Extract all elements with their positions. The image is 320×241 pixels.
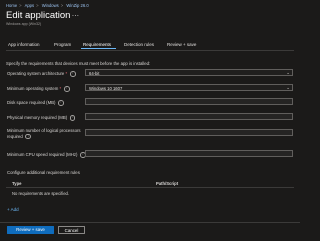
disk-space-input[interactable]	[85, 98, 293, 105]
required-marker: *	[65, 71, 68, 76]
os-architecture-label: Operating system architecture * i	[7, 71, 76, 77]
rules-table-header: Type Path/Script	[6, 180, 294, 188]
tab-review-save[interactable]: Review + save	[167, 42, 196, 47]
cpu-speed-input[interactable]	[85, 150, 293, 157]
os-architecture-select[interactable]: 64-bit ⌄	[85, 69, 293, 76]
logical-processors-input[interactable]	[85, 129, 293, 136]
rules-empty-message: No requirements are specified.	[12, 191, 70, 196]
physical-memory-input[interactable]	[85, 113, 293, 120]
column-type: Type	[12, 181, 22, 186]
disk-space-label-text: Disk space required (MB)	[7, 100, 56, 105]
chevron-down-icon: ⌄	[286, 85, 290, 90]
logical-processors-label: Minimum number of logical processors req…	[7, 128, 81, 140]
info-icon[interactable]: i	[69, 71, 76, 77]
physical-memory-label-text: Physical memory required (MB)	[7, 115, 68, 120]
info-icon[interactable]: i	[63, 86, 70, 92]
tab-requirements[interactable]: Requirements	[83, 42, 111, 47]
tab-bar: App information Program Requirements Det…	[6, 41, 294, 51]
min-os-label: Minimum operating system * i	[7, 86, 70, 92]
logical-processors-label-text: Minimum number of logical processors req…	[7, 128, 81, 139]
page-subtitle: Windows app (Win32)	[6, 22, 42, 26]
page-title: Edit application	[6, 10, 71, 21]
column-path-script: Path/Script	[156, 181, 179, 186]
add-rule-button[interactable]: + Add	[7, 207, 19, 212]
os-architecture-label-text: Operating system architecture	[7, 71, 65, 76]
breadcrumb-app[interactable]: WinZip 26.0	[66, 3, 88, 8]
requirements-description: Specify the requirements that devices mu…	[6, 61, 151, 66]
chevron-down-icon: ⌄	[286, 70, 290, 75]
review-save-button[interactable]: Review + save	[7, 226, 54, 234]
cpu-speed-label: Minimum CPU speed required (MHz) i	[7, 152, 86, 158]
min-os-label-text: Minimum operating system	[7, 86, 59, 91]
cpu-speed-label-text: Minimum CPU speed required (MHz)	[7, 152, 78, 157]
breadcrumb: Home > Apps > Windows > WinZip 26.0	[6, 3, 89, 8]
info-icon[interactable]: i	[69, 115, 76, 121]
breadcrumb-windows[interactable]: Windows	[42, 3, 59, 8]
tab-program[interactable]: Program	[54, 42, 71, 47]
cancel-button[interactable]: Cancel	[58, 226, 85, 234]
additional-rules-label: Configure additional requirement rules	[7, 170, 80, 175]
min-os-select[interactable]: Windows 10 1607 ⌄	[85, 84, 293, 91]
required-marker: *	[59, 86, 62, 91]
breadcrumb-home[interactable]: Home	[6, 3, 17, 8]
info-icon[interactable]: i	[58, 100, 64, 106]
os-architecture-value: 64-bit	[89, 71, 100, 76]
disk-space-label: Disk space required (MB) i	[7, 100, 64, 106]
more-options-button[interactable]: ...	[72, 11, 79, 18]
tab-app-information[interactable]: App information	[8, 42, 40, 47]
physical-memory-label: Physical memory required (MB) i	[7, 115, 76, 121]
min-os-value: Windows 10 1607	[89, 86, 123, 91]
active-tab-indicator	[81, 48, 116, 50]
info-icon[interactable]: i	[25, 133, 32, 140]
tab-detection-rules[interactable]: Detection rules	[124, 42, 154, 47]
breadcrumb-apps[interactable]: Apps	[25, 3, 35, 8]
